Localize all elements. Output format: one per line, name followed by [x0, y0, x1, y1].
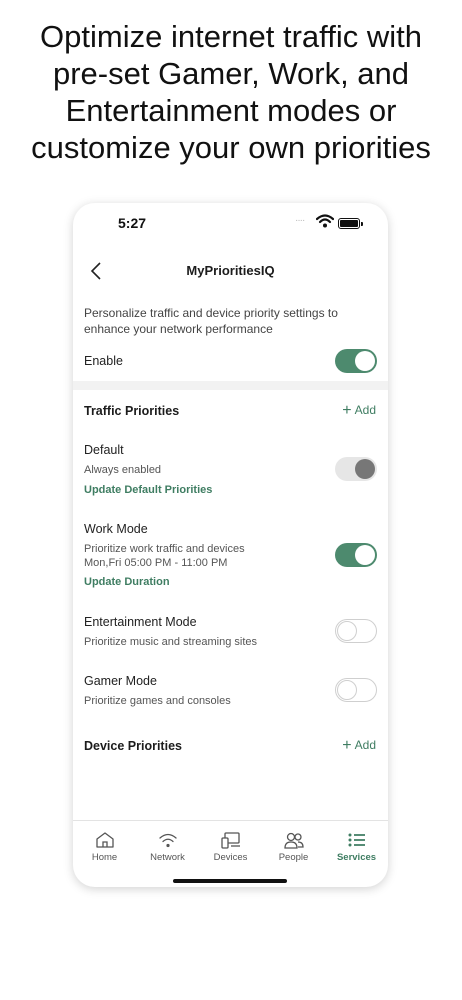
headline-line-1: Optimize internet traffic with — [40, 19, 422, 54]
gamer-mode-title: Gamer Mode — [84, 674, 157, 688]
gamer-mode-subtitle: Prioritize games and consoles — [84, 695, 231, 707]
tab-bar: Home Network Devices People Services — [73, 820, 388, 887]
add-traffic-priority-button[interactable]: + Add — [342, 401, 376, 419]
gamer-mode-toggle[interactable] — [335, 678, 377, 702]
work-mode-schedule: Mon,Fri 05:00 PM - 11:00 PM — [84, 557, 228, 569]
entertainment-mode-subtitle: Prioritize music and streaming sites — [84, 636, 258, 648]
phone-screen: 5:27 ···· MyPrioritiesIQ Personalize tra… — [73, 203, 388, 887]
wifi-icon — [158, 833, 177, 848]
list-icon — [348, 833, 365, 847]
tab-people[interactable]: People — [262, 831, 325, 863]
section-divider — [73, 381, 388, 390]
people-icon — [283, 832, 304, 849]
work-mode-toggle[interactable] — [335, 543, 377, 567]
signal-dots-icon: ···· — [295, 215, 305, 226]
traffic-priorities-title: Traffic Priorities — [84, 404, 180, 418]
tab-home[interactable]: Home — [73, 831, 136, 863]
tab-services[interactable]: Services — [325, 831, 388, 863]
entertainment-mode-title: Entertainment Mode — [84, 615, 197, 629]
tab-home-label: Home — [91, 852, 118, 863]
promo-headline: Optimize internet traffic with pre-set G… — [0, 18, 462, 166]
add-label: Add — [354, 738, 376, 752]
tab-devices-label: Devices — [213, 852, 248, 863]
work-mode-subtitle: Prioritize work traffic and devices — [84, 543, 245, 555]
headline-line-3: Entertainment modes or — [65, 93, 397, 128]
tab-people-label: People — [278, 852, 309, 863]
status-time: 5:27 — [118, 215, 147, 231]
update-duration-link[interactable]: Update Duration — [84, 576, 170, 588]
home-indicator — [173, 879, 287, 883]
entertainment-mode-toggle[interactable] — [335, 619, 377, 643]
intro-description: Personalize traffic and device priority … — [84, 306, 338, 336]
devices-icon — [220, 832, 240, 849]
tab-network[interactable]: Network — [136, 831, 199, 863]
headline-line-2: pre-set Gamer, Work, and — [52, 56, 410, 91]
plus-icon: + — [342, 737, 352, 754]
plus-icon: + — [342, 402, 352, 419]
default-subtitle: Always enabled — [84, 464, 162, 476]
update-default-priorities-link[interactable]: Update Default Priorities — [84, 484, 212, 496]
tab-services-label: Services — [336, 852, 377, 863]
headline-line-4: customize your own priorities — [31, 130, 431, 165]
battery-icon — [338, 218, 363, 229]
enable-label: Enable — [84, 354, 123, 368]
device-priorities-title: Device Priorities — [84, 739, 182, 753]
nav-bar: MyPrioritiesIQ — [73, 251, 388, 291]
add-label: Add — [354, 403, 376, 417]
tab-network-label: Network — [150, 852, 185, 863]
tab-devices[interactable]: Devices — [199, 831, 262, 863]
default-title: Default — [84, 443, 124, 457]
wifi-status-icon — [316, 214, 334, 228]
page-title: MyPrioritiesIQ — [186, 263, 275, 278]
default-toggle — [335, 457, 377, 481]
work-mode-title: Work Mode — [84, 522, 148, 536]
status-bar: 5:27 ···· — [73, 203, 388, 247]
add-device-priority-button[interactable]: + Add — [342, 736, 376, 754]
home-icon — [95, 832, 114, 848]
enable-toggle[interactable] — [335, 349, 377, 373]
